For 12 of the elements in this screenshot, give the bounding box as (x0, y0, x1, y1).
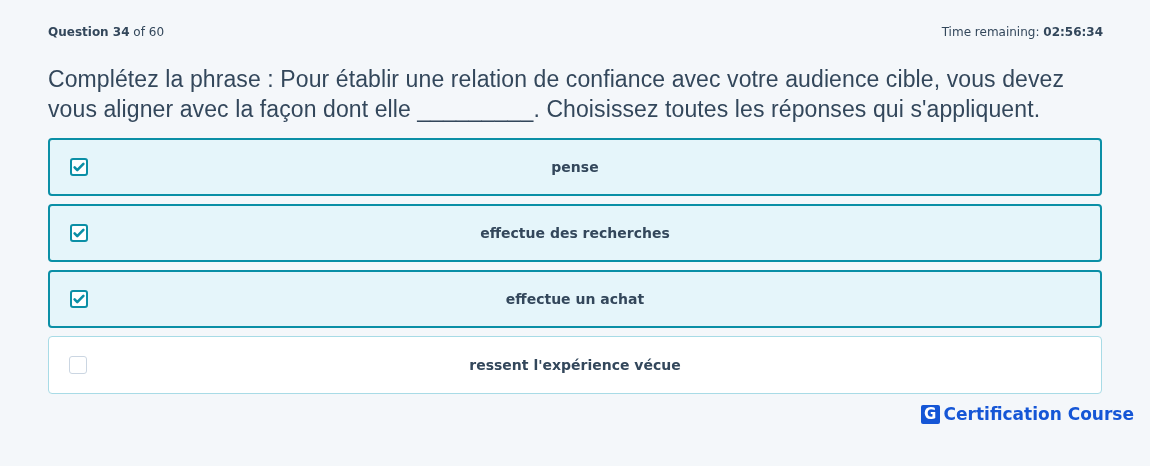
checkbox[interactable] (70, 224, 88, 242)
time-remaining: Time remaining: 02:56:34 (941, 24, 1103, 41)
answer-option[interactable]: pense (48, 138, 1102, 196)
checkbox[interactable] (70, 158, 88, 176)
question-text: Complétez la phrase : Pour établir une relation de confiance avec votre audience cible, vous devez vous aligner avec la façon dont elle _________. Choisissez toutes les réponses qui s'appliquent. (48, 65, 1065, 124)
answer-option[interactable]: ressent l'expérience vécue (48, 336, 1102, 394)
question-counter: Question 34 of 60 (48, 24, 164, 41)
checkbox[interactable] (70, 290, 88, 308)
brand-name: Certification Course (943, 404, 1134, 424)
logo-mark: G (920, 404, 940, 424)
answer-option[interactable]: effectue un achat (48, 270, 1102, 328)
answer-option[interactable]: effectue des recherches (48, 204, 1102, 262)
